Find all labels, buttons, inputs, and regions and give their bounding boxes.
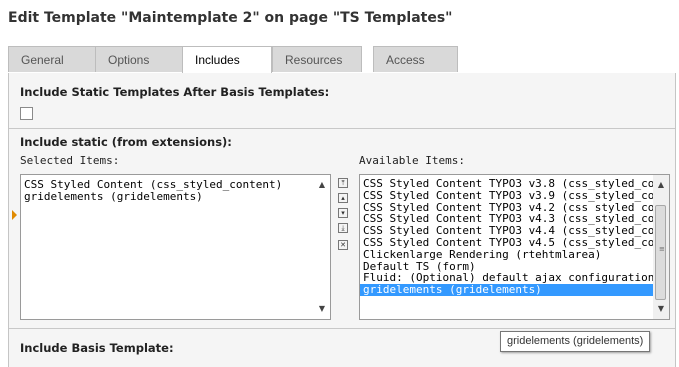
available-list-scrollbar[interactable]: ▲ ≡ ▼ [653, 175, 669, 319]
move-top-icon[interactable]: ⤒ [338, 178, 348, 188]
tab-access[interactable]: Access [373, 46, 458, 72]
list-item[interactable]: gridelements (gridelements) [21, 191, 330, 203]
section-divider [9, 128, 675, 129]
selected-items-label: Selected Items: [20, 154, 120, 167]
list-item[interactable]: CSS Styled Content (css_styled_content) [21, 179, 330, 191]
tab-options[interactable]: Options [95, 46, 183, 72]
list-item[interactable]: Clickenlarge Rendering (rtehtmlarea) [360, 249, 653, 261]
scroll-up-icon[interactable]: ▲ [314, 178, 330, 192]
list-item[interactable]: CSS Styled Content TYPO3 v3.9 (css_style… [360, 190, 653, 202]
static-extensions-heading: Include static (from extensions): [20, 135, 232, 149]
scroll-down-icon[interactable]: ▼ [653, 302, 669, 316]
list-item[interactable]: CSS Styled Content TYPO3 v4.2 (css_style… [360, 202, 653, 214]
move-bottom-icon[interactable]: ⤓ [338, 223, 348, 233]
list-item[interactable]: Fluid: (Optional) default ajax configura… [360, 272, 653, 284]
section-divider [9, 328, 675, 329]
basis-template-heading: Include Basis Template: [20, 341, 174, 355]
scroll-down-icon[interactable]: ▼ [314, 302, 330, 316]
selected-items-list[interactable]: CSS Styled Content (css_styled_content) … [20, 174, 331, 320]
field-changed-marker [12, 210, 17, 220]
tab-bar: General Options Includes Resources Acces… [8, 46, 676, 74]
grip-icon: ≡ [659, 245, 665, 253]
available-items-label: Available Items: [359, 154, 465, 167]
list-item[interactable]: CSS Styled Content TYPO3 v4.3 (css_style… [360, 213, 653, 225]
tooltip: gridelements (gridelements) [500, 331, 651, 352]
remove-icon[interactable]: ✕ [338, 240, 348, 250]
move-up-icon[interactable]: ▴ [338, 193, 348, 203]
list-item[interactable]: CSS Styled Content TYPO3 v3.8 (css_style… [360, 178, 653, 190]
list-item[interactable]: Default TS (form) [360, 261, 653, 273]
available-items-list[interactable]: CSS Styled Content TYPO3 v3.8 (css_style… [359, 174, 670, 320]
scroll-up-icon[interactable]: ▲ [653, 178, 669, 192]
list-item[interactable]: CSS Styled Content TYPO3 v4.4 (css_style… [360, 225, 653, 237]
move-down-icon[interactable]: ▾ [338, 208, 348, 218]
static-after-basis-heading: Include Static Templates After Basis Tem… [20, 85, 330, 99]
static-after-basis-checkbox[interactable] [20, 107, 33, 120]
tab-includes[interactable]: Includes [182, 46, 272, 74]
scroll-thumb[interactable]: ≡ [655, 205, 666, 300]
page-title: Edit Template "Maintemplate 2" on page "… [8, 10, 453, 26]
tab-general[interactable]: General [8, 46, 96, 72]
list-item-selected[interactable]: gridelements (gridelements) [360, 284, 653, 296]
selected-list-scrollbar[interactable]: ▲ ▼ [314, 175, 330, 319]
list-item[interactable]: CSS Styled Content TYPO3 v4.5 (css_style… [360, 237, 653, 249]
tab-resources[interactable]: Resources [272, 46, 362, 72]
